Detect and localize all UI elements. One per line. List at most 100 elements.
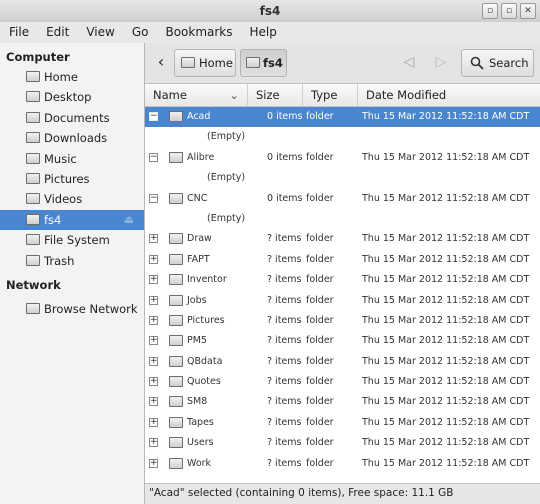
fs4-path-button[interactable]: fs4 bbox=[240, 49, 287, 77]
folder-icon bbox=[169, 396, 183, 408]
back-arrow-button[interactable]: ‹ bbox=[150, 49, 172, 77]
expand-icon[interactable]: + bbox=[149, 234, 158, 244]
sidebar-item-documents[interactable]: Documents bbox=[0, 108, 144, 128]
file-size: ? items bbox=[267, 416, 302, 428]
table-row[interactable]: − Alibre 0 items folder Thu 15 Mar 2012 11:5… bbox=[145, 148, 540, 168]
window-title: fs4 bbox=[259, 4, 281, 18]
expand-icon[interactable]: + bbox=[149, 254, 158, 264]
file-size: ? items bbox=[267, 274, 302, 286]
table-row[interactable]: + Users ? items folder Thu 15 Mar 2012 11:52… bbox=[145, 433, 540, 453]
table-row[interactable]: + FAPT ? items folder Thu 15 Mar 2012 11:52:… bbox=[145, 250, 540, 270]
menu-go[interactable]: Go bbox=[123, 22, 157, 43]
table-row[interactable]: + Quotes ? items folder Thu 15 Mar 2012 11:5… bbox=[145, 372, 540, 392]
sidebar: Computer Home Desktop Documents Downloads Mu… bbox=[0, 43, 145, 504]
expand-icon[interactable]: + bbox=[149, 275, 158, 285]
table-row[interactable]: + Inventor ? items folder Thu 15 Mar 2012 11… bbox=[145, 270, 540, 290]
file-type: folder bbox=[306, 192, 334, 204]
table-row[interactable]: + Tapes ? items folder Thu 15 Mar 2012 11:52… bbox=[145, 413, 540, 433]
network-icon bbox=[26, 302, 40, 314]
toolbar: ‹ Home fs4 ◁ ▷ Search bbox=[145, 43, 540, 84]
status-bar: "Acad" selected (containing 0 items), Fr… bbox=[145, 483, 540, 504]
search-icon bbox=[470, 56, 484, 70]
file-date: Thu 15 Mar 2012 11:52:18 AM CDT bbox=[362, 294, 530, 306]
file-date: Thu 15 Mar 2012 11:52:18 AM CDT bbox=[362, 111, 530, 122]
sidebar-item-videos[interactable]: Videos bbox=[0, 189, 144, 209]
sidebar-item-music[interactable]: Music bbox=[0, 149, 144, 169]
table-row[interactable]: − Acad 0 items folder Thu 15 Mar 2012 11:52:… bbox=[145, 107, 540, 128]
table-row[interactable]: + Jobs ? items folder Thu 15 Mar 2012 11:52:… bbox=[145, 291, 540, 311]
sidebar-item-fs4[interactable]: fs4 ⏏ bbox=[0, 209, 144, 231]
table-row[interactable]: + Pictures ? items folder Thu 15 Mar 2012 11… bbox=[145, 311, 540, 331]
expand-icon[interactable]: + bbox=[149, 397, 158, 407]
file-type: folder bbox=[306, 314, 334, 326]
videos-folder-icon bbox=[26, 193, 40, 205]
desktop-folder-icon bbox=[26, 91, 40, 103]
table-row[interactable]: + Draw ? items folder Thu 15 Mar 2012 11:52:… bbox=[145, 229, 540, 249]
sidebar-item-label: Desktop bbox=[44, 90, 92, 105]
empty-folder-row: (Empty) bbox=[145, 209, 540, 229]
file-date: Thu 15 Mar 2012 11:52:18 AM CDT bbox=[362, 314, 530, 326]
table-row[interactable]: + QBdata ? items folder Thu 15 Mar 2012 11:5… bbox=[145, 352, 540, 372]
sidebar-item-downloads[interactable]: Downloads bbox=[0, 128, 144, 148]
expand-icon[interactable]: + bbox=[149, 315, 158, 325]
menu-view[interactable]: View bbox=[77, 22, 122, 43]
collapse-icon[interactable]: − bbox=[149, 152, 158, 162]
file-date: Thu 15 Mar 2012 11:52:18 AM CDT bbox=[362, 437, 530, 449]
folder-icon bbox=[169, 274, 183, 286]
expand-icon[interactable]: + bbox=[149, 438, 158, 448]
sidebar-item-trash[interactable]: Trash bbox=[0, 251, 144, 271]
sidebar-item-label: Home bbox=[44, 70, 78, 84]
expand-icon[interactable]: + bbox=[149, 336, 158, 346]
sidebar-heading-network: Network bbox=[6, 277, 61, 292]
downloads-folder-icon bbox=[26, 132, 40, 144]
file-date: Thu 15 Mar 2012 11:52:18 AM CDT bbox=[362, 233, 530, 245]
minimize-button[interactable]: ▫ bbox=[482, 3, 498, 19]
expand-icon[interactable]: + bbox=[149, 377, 158, 387]
menu-edit[interactable]: Edit bbox=[37, 22, 77, 43]
sidebar-item-home[interactable]: Home bbox=[0, 67, 144, 87]
column-type[interactable]: Type bbox=[303, 84, 358, 106]
column-date[interactable]: Date Modified bbox=[358, 84, 540, 106]
sidebar-heading-computer: Computer bbox=[6, 50, 70, 64]
expand-icon[interactable]: + bbox=[149, 295, 158, 305]
file-name: SM8 bbox=[187, 396, 208, 408]
menu-bookmarks[interactable]: Bookmarks bbox=[156, 22, 240, 43]
expand-icon[interactable]: + bbox=[149, 356, 158, 366]
table-row[interactable]: + SM8 ? items folder Thu 15 Mar 2012 11:52:1… bbox=[145, 392, 540, 412]
sidebar-item-pictures[interactable]: Pictures bbox=[0, 169, 144, 189]
column-name[interactable]: Name ⌄ bbox=[145, 84, 248, 106]
expand-icon[interactable]: + bbox=[149, 458, 158, 468]
file-view: ‹ Home fs4 ◁ ▷ Search Name ⌄ Size Type D… bbox=[145, 43, 540, 504]
file-date: Thu 15 Mar 2012 11:52:18 AM CDT bbox=[362, 192, 530, 204]
file-type: folder bbox=[306, 355, 334, 367]
file-date: Thu 15 Mar 2012 11:52:18 AM CDT bbox=[362, 274, 530, 286]
folder-icon bbox=[169, 151, 183, 163]
table-row[interactable]: + Work ? items folder Thu 15 Mar 2012 11:52:… bbox=[145, 454, 540, 474]
close-button[interactable]: ✕ bbox=[520, 3, 536, 19]
sidebar-item-desktop[interactable]: Desktop bbox=[0, 87, 144, 107]
home-path-button[interactable]: Home bbox=[174, 49, 236, 77]
sidebar-item-label: Videos bbox=[44, 192, 83, 207]
maximize-button[interactable]: ▫ bbox=[501, 3, 517, 19]
nav-forward-button[interactable]: ▷ bbox=[429, 49, 453, 77]
title-bar: fs4 ▫ ▫ ✕ bbox=[0, 0, 540, 23]
sidebar-item-file-system[interactable]: File System bbox=[0, 230, 144, 250]
expand-icon[interactable]: + bbox=[149, 417, 158, 427]
file-date: Thu 15 Mar 2012 11:52:18 AM CDT bbox=[362, 151, 530, 163]
menu-help[interactable]: Help bbox=[241, 22, 285, 43]
sidebar-item-browse-network[interactable]: Browse Network bbox=[0, 299, 144, 319]
menu-file[interactable]: File bbox=[0, 22, 37, 43]
folder-icon bbox=[169, 294, 183, 306]
table-row[interactable]: + PM5 ? items folder Thu 15 Mar 2012 11:52:1… bbox=[145, 331, 540, 351]
search-button[interactable]: Search bbox=[461, 49, 534, 77]
network-drive-icon bbox=[246, 57, 260, 68]
eject-icon[interactable]: ⏏ bbox=[124, 210, 134, 230]
file-date: Thu 15 Mar 2012 11:52:18 AM CDT bbox=[362, 457, 530, 469]
collapse-icon[interactable]: − bbox=[149, 112, 158, 121]
file-name: Pictures bbox=[187, 314, 225, 326]
nav-back-button[interactable]: ◁ bbox=[397, 49, 421, 77]
column-size[interactable]: Size bbox=[248, 84, 303, 106]
folder-icon bbox=[169, 437, 183, 449]
table-row[interactable]: − CNC 0 items folder Thu 15 Mar 2012 11:52:1… bbox=[145, 189, 540, 209]
collapse-icon[interactable]: − bbox=[149, 193, 158, 203]
